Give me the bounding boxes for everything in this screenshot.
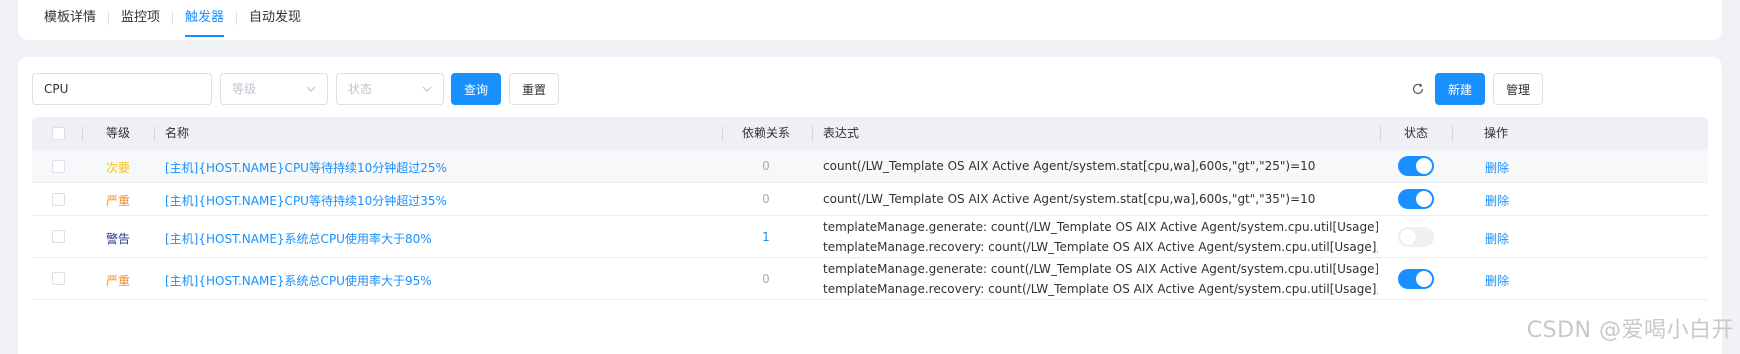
refresh-icon[interactable]: [1411, 82, 1425, 96]
expression-recovery-text: templateManage.recovery: count(/LW_Templ…: [823, 282, 1378, 296]
dependency-count: 0: [762, 192, 770, 206]
switch-knob: [1416, 271, 1432, 287]
tabs-card: 模板详情 监控项 触发器 自动发现: [18, 0, 1722, 40]
header-level: 等级: [105, 126, 130, 140]
table-row: 警告 [主机]{HOST.NAME}系统总CPU使用率大于80% 1 templ…: [32, 216, 1708, 258]
header-name: 名称: [165, 126, 190, 140]
table-row: 严重 [主机]{HOST.NAME}CPU等待持续10分钟超过35% 0 cou…: [32, 183, 1708, 216]
header-status: 状态: [1403, 126, 1428, 140]
trigger-name-link[interactable]: [主机]{HOST.NAME}系统总CPU使用率大于95%: [165, 272, 432, 289]
select-all-checkbox[interactable]: [52, 127, 65, 140]
dependency-count: 0: [762, 159, 770, 173]
header-divider: [154, 126, 155, 141]
header-divider: [812, 126, 813, 141]
switch-knob: [1400, 229, 1416, 245]
tab-auto-discovery[interactable]: 自动发现: [237, 0, 313, 36]
trigger-name-link[interactable]: [主机]{HOST.NAME}系统总CPU使用率大于80%: [165, 230, 432, 247]
expression-generate-text: templateManage.generate: count(/LW_Templ…: [823, 262, 1378, 276]
tab-triggers[interactable]: 触发器: [173, 0, 236, 37]
trigger-name-link[interactable]: [主机]{HOST.NAME}CPU等待持续10分钟超过35%: [165, 192, 447, 209]
manage-button[interactable]: 管理: [1493, 73, 1543, 105]
level-label: 次要: [105, 161, 130, 175]
level-select[interactable]: 等级: [220, 73, 328, 105]
header-actions: 操作: [1483, 126, 1508, 140]
chevron-down-icon: [306, 86, 316, 92]
delete-link[interactable]: 删除: [1485, 192, 1509, 209]
expression-text: count(/LW_Template OS AIX Active Agent/s…: [823, 159, 1316, 173]
delete-link[interactable]: 删除: [1485, 230, 1509, 247]
row-checkbox[interactable]: [52, 230, 65, 243]
status-select-placeholder: 状态: [348, 82, 373, 96]
query-button[interactable]: 查询: [451, 73, 501, 105]
header-expression: 表达式: [823, 126, 860, 140]
status-switch[interactable]: [1398, 227, 1434, 247]
expression-generate-text: templateManage.generate: count(/LW_Templ…: [823, 220, 1378, 234]
tab-bar: 模板详情 监控项 触发器 自动发现: [18, 0, 1722, 37]
status-select[interactable]: 状态: [336, 73, 444, 105]
table-row: 严重 [主机]{HOST.NAME}系统总CPU使用率大于95% 0 templ…: [32, 258, 1708, 300]
trigger-name-link[interactable]: [主机]{HOST.NAME}CPU等待持续10分钟超过25%: [165, 159, 447, 176]
switch-knob: [1416, 158, 1432, 174]
chevron-down-icon: [422, 86, 432, 92]
level-label: 警告: [105, 232, 130, 246]
table-row: 次要 [主机]{HOST.NAME}CPU等待持续10分钟超过25% 0 cou…: [32, 150, 1708, 183]
status-switch[interactable]: [1398, 156, 1434, 176]
row-checkbox[interactable]: [52, 160, 65, 173]
search-input[interactable]: CPU: [32, 73, 212, 105]
expression-text: count(/LW_Template OS AIX Active Agent/s…: [823, 192, 1316, 206]
switch-knob: [1416, 191, 1432, 207]
expression-recovery-text: templateManage.recovery: count(/LW_Templ…: [823, 240, 1378, 254]
row-checkbox[interactable]: [52, 272, 65, 285]
level-label: 严重: [105, 274, 130, 288]
delete-link[interactable]: 删除: [1485, 159, 1509, 176]
dependency-count: 0: [762, 272, 770, 286]
dependency-count[interactable]: 1: [722, 230, 810, 244]
triggers-table: 等级 名称 依赖关系 表达式 状态 操作 次要 [主机]{HOST.NAME}C…: [32, 117, 1708, 300]
tab-monitor-items[interactable]: 监控项: [109, 0, 172, 36]
status-switch[interactable]: [1398, 189, 1434, 209]
main-card: CPU 等级 状态 查询 重置 新建 管理 等级 名称 依赖关系 表达式 状态 …: [18, 57, 1722, 354]
level-select-placeholder: 等级: [232, 82, 257, 96]
reset-button[interactable]: 重置: [509, 73, 559, 105]
table-header: 等级 名称 依赖关系 表达式 状态 操作: [32, 117, 1708, 150]
level-label: 严重: [105, 194, 130, 208]
header-dependency: 依赖关系: [741, 126, 790, 140]
tab-template-details[interactable]: 模板详情: [32, 0, 108, 36]
status-switch[interactable]: [1398, 269, 1434, 289]
row-checkbox[interactable]: [52, 193, 65, 206]
toolbar: CPU 等级 状态 查询 重置 新建 管理: [32, 73, 1708, 105]
new-button[interactable]: 新建: [1435, 73, 1485, 105]
delete-link[interactable]: 删除: [1485, 272, 1509, 289]
watermark: CSDN @爱喝小白开: [1526, 318, 1734, 343]
